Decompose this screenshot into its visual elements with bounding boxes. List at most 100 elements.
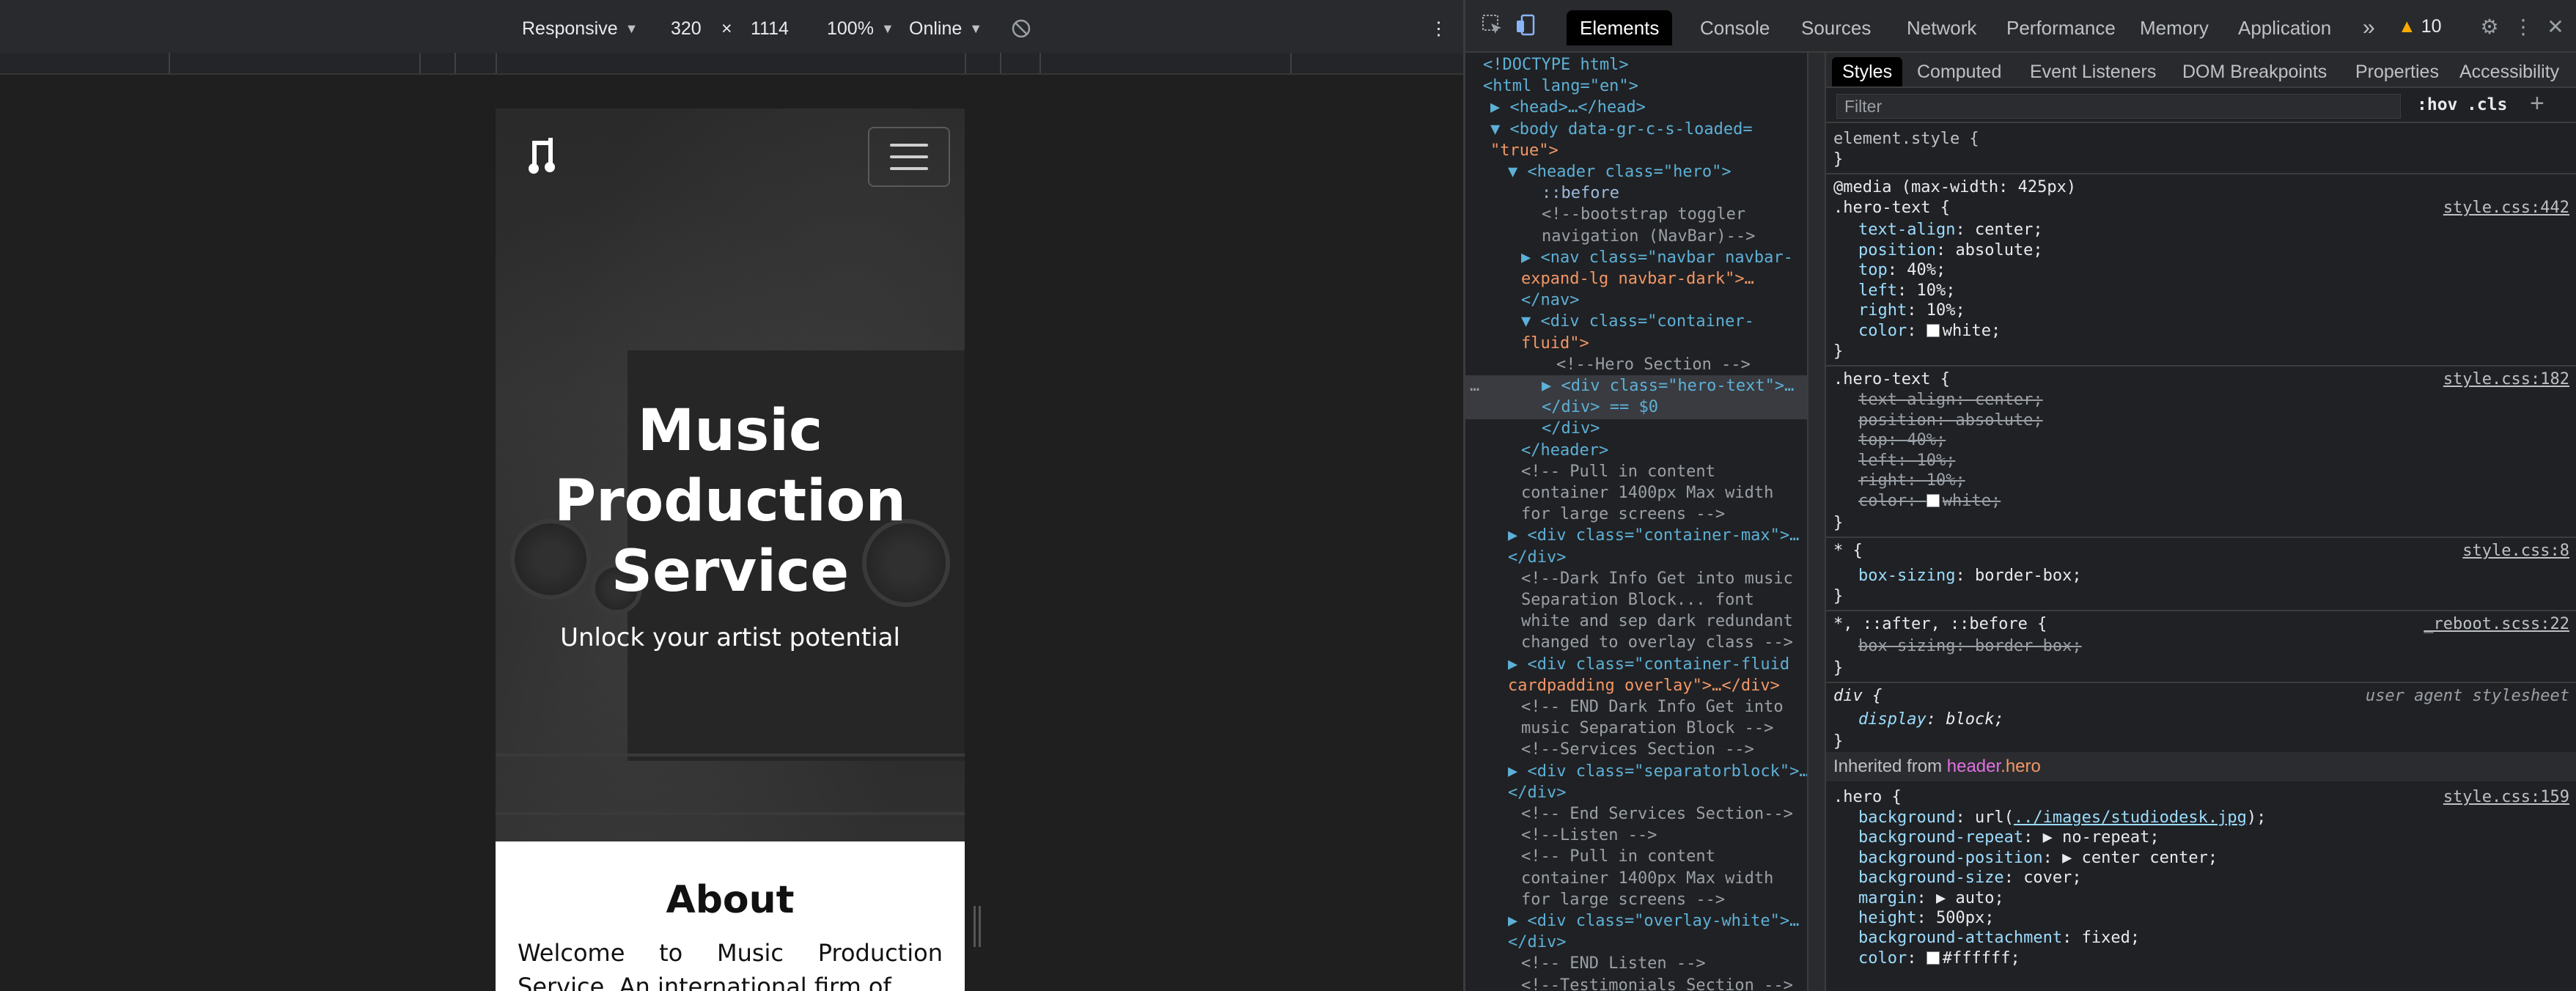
subtab-computed[interactable]: Computed [1907, 57, 2012, 86]
style-property-overridden[interactable]: position: absolute; [1858, 410, 2043, 431]
style-property[interactable]: background-size: cover; [1858, 868, 2082, 888]
subtab-dom-breakpoints[interactable]: DOM Breakpoints [2172, 57, 2337, 86]
style-property[interactable]: top: 40%; [1858, 260, 1946, 281]
settings-gear-icon[interactable]: ⚙ [2476, 13, 2503, 41]
dom-node-line[interactable]: ▶ <div class="hero-text">… [1542, 375, 1794, 397]
dom-node-line[interactable]: ▶ <div class="separatorblock">… [1508, 761, 1807, 783]
source-link[interactable]: style.css:182 [2443, 369, 2569, 390]
rule-selector[interactable]: .hero-text { [1833, 369, 1950, 390]
dom-node-line[interactable]: </div> [1508, 782, 1566, 804]
color-swatch[interactable] [1926, 324, 1940, 337]
dom-node-line[interactable]: Separation Block... font [1521, 589, 1754, 611]
dom-node-line[interactable]: <!--Testimonials Section --> [1521, 975, 1793, 991]
dom-node-line[interactable]: "true"> [1490, 140, 1559, 162]
zoom-select[interactable]: 100% ▼ [827, 15, 894, 43]
music-logo-icon[interactable] [528, 136, 562, 177]
split-divider[interactable] [1807, 53, 1826, 991]
dom-node-line[interactable]: ▼ <body data-gr-c-s-loaded= [1490, 119, 1753, 141]
dom-node-line[interactable]: for large screens --> [1521, 889, 1725, 911]
subtab-event-listeners[interactable]: Event Listeners [2020, 57, 2166, 86]
media-query-ruler[interactable] [0, 53, 1463, 75]
dom-node-line[interactable]: ::before [1542, 183, 1619, 205]
dom-node-line[interactable]: navigation (NavBar)--> [1542, 226, 1755, 248]
node-actions-ellipsis[interactable]: … [1470, 375, 1479, 397]
width-input[interactable]: 320 [671, 15, 702, 43]
resource-link[interactable]: ../images/studiodesk.jpg [2014, 808, 2247, 827]
add-rule-icon[interactable]: + [2530, 89, 2544, 118]
tab-elements[interactable]: Elements [1567, 10, 1673, 45]
rule-selector[interactable]: .hero-text { [1833, 198, 1950, 218]
rotate-icon[interactable] [1010, 15, 1032, 43]
dom-node-line[interactable]: </div> [1508, 547, 1566, 569]
dom-node-line[interactable]: ▶ <div class="overlay-white">… [1508, 910, 1799, 932]
tab-network[interactable]: Network [1894, 10, 1990, 45]
dom-node-line[interactable]: <html lang="en"> [1483, 75, 1638, 97]
subtab-accessibility[interactable]: Accessibility [2449, 57, 2569, 86]
rule-selector[interactable]: *, ::after, ::before { [1833, 614, 2047, 635]
color-swatch[interactable] [1926, 494, 1940, 507]
dom-node-line[interactable]: ▶ <div class="container-max">… [1508, 525, 1799, 547]
more-options-icon[interactable]: ⋮ [1429, 15, 1448, 43]
style-property-overridden[interactable]: left: 10%; [1858, 451, 1955, 471]
dom-node-line[interactable]: <!--Listen --> [1521, 825, 1657, 847]
dom-node-line[interactable]: cardpadding overlay">…</div> [1508, 675, 1780, 697]
source-link[interactable]: style.css:159 [2443, 787, 2569, 808]
dom-node-line[interactable]: music Separation Block --> [1521, 718, 1773, 740]
style-property-overridden[interactable]: box-sizing: border-box; [1858, 636, 2082, 657]
style-property[interactable]: color: #ffffff; [1858, 948, 2020, 969]
rule-selector[interactable]: .hero { [1833, 787, 1902, 808]
styles-filter-input[interactable]: Filter [1836, 94, 2401, 119]
more-tabs-icon[interactable]: » [2349, 10, 2388, 45]
subtab-styles[interactable]: Styles [1832, 57, 1903, 86]
dom-node-line[interactable]: container 1400px Max width [1521, 482, 1773, 504]
dom-node-line[interactable]: ▶ <div class="container-fluid [1508, 654, 1789, 676]
dom-node-line[interactable]: </div> [1542, 418, 1600, 440]
dom-node-line[interactable]: <!--Hero Section --> [1556, 354, 1751, 376]
style-property[interactable]: height: 500px; [1858, 908, 1994, 929]
warnings-badge[interactable]: ▲ 10 [2398, 16, 2442, 37]
inspect-element-icon[interactable] [1479, 13, 1506, 41]
dom-node-line[interactable]: <!--Dark Info Get into music [1521, 568, 1793, 590]
resize-handle[interactable] [974, 906, 981, 947]
dom-node-line[interactable]: for large screens --> [1521, 504, 1725, 526]
source-link[interactable]: style.css:442 [2443, 198, 2569, 218]
style-property[interactable]: background-position: ▶ center center; [1858, 848, 2218, 869]
hover-state-button[interactable]: :hov [2417, 95, 2457, 114]
style-property-overridden[interactable]: text-align: center; [1858, 390, 2043, 410]
style-property[interactable]: left: 10%; [1858, 281, 1955, 301]
element-style-selector[interactable]: element.style { [1833, 129, 1979, 150]
style-property-overridden[interactable]: color: white; [1858, 491, 2001, 512]
network-throttle-select[interactable]: Online ▼ [909, 15, 982, 43]
style-property-overridden[interactable]: top: 40%; [1858, 430, 1946, 451]
inherited-tag[interactable]: header [1947, 756, 2001, 776]
dom-node-line[interactable]: <!DOCTYPE html> [1483, 54, 1629, 76]
tab-sources[interactable]: Sources [1788, 10, 1884, 45]
device-toolbar-toggle-icon[interactable] [1512, 13, 1540, 41]
class-toggle-button[interactable]: .cls [2467, 95, 2507, 114]
dom-node-line[interactable]: </nav> [1521, 290, 1579, 312]
kebab-menu-icon[interactable]: ⋮ [2509, 13, 2537, 41]
dom-node-line[interactable]: ▶ <nav class="navbar navbar- [1521, 247, 1793, 269]
dom-node-line[interactable]: </div> [1508, 932, 1566, 954]
style-property[interactable]: right: 10%; [1858, 301, 1965, 321]
inherited-class[interactable]: .hero [2001, 756, 2041, 776]
tab-application[interactable]: Application [2225, 10, 2344, 45]
dom-node-line[interactable]: expand-lg navbar-dark">… [1521, 268, 1754, 290]
navbar-toggler-button[interactable] [868, 127, 950, 187]
height-input[interactable]: 1114 [751, 15, 789, 43]
style-property[interactable]: background-repeat: ▶ no-repeat; [1858, 828, 2160, 848]
style-property[interactable]: text-align: center; [1858, 220, 2043, 240]
tab-console[interactable]: Console [1687, 10, 1783, 45]
subtab-properties[interactable]: Properties [2345, 57, 2449, 86]
dom-node-line[interactable]: </header> [1521, 440, 1608, 462]
dom-node-line[interactable]: </div> == $0 [1542, 397, 1658, 419]
style-property-overridden[interactable]: right: 10%; [1858, 471, 1965, 491]
style-property[interactable]: background-attachment: fixed; [1858, 928, 2140, 948]
style-property[interactable]: box-sizing: border-box; [1858, 566, 2082, 586]
dom-node-line[interactable]: changed to overlay class --> [1521, 632, 1793, 654]
device-select[interactable]: Responsive ▼ [522, 15, 638, 43]
tab-performance[interactable]: Performance [1993, 10, 2129, 45]
source-link[interactable]: style.css:8 [2462, 541, 2569, 561]
dom-node-line[interactable]: <!-- Pull in content [1521, 461, 1715, 483]
dom-node-line[interactable]: ▼ <div class="container- [1521, 311, 1754, 333]
